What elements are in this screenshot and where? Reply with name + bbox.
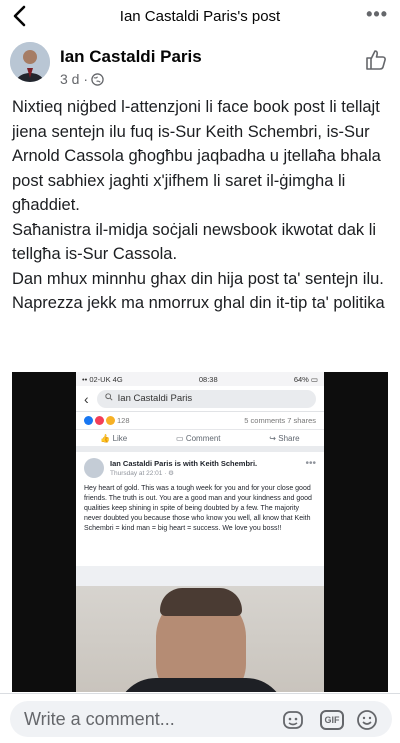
embedded-screenshot: •• 02-UK 4G 08:38 64% ▭ ‹ Ian Castaldi P… xyxy=(76,372,324,692)
post-paragraph: Dan mhux minnhu ghax din hija post ta' s… xyxy=(12,269,384,288)
inner-back-icon: ‹ xyxy=(84,390,89,407)
inner-actions-row: 👍 Like ▭ Comment ↪ Share xyxy=(76,430,324,452)
sticker-icon[interactable] xyxy=(282,709,304,731)
inner-post: Ian Castaldi Paris is with Keith Schembr… xyxy=(76,452,324,566)
inner-post-text: Hey heart of gold. This was a tough week… xyxy=(84,485,312,532)
inner-share-action: ↪ Share xyxy=(269,433,300,443)
post-meta: 3 d · xyxy=(60,71,104,87)
globe-icon xyxy=(91,72,104,86)
gif-button[interactable]: GIF xyxy=(320,710,344,730)
hair-shape xyxy=(160,588,242,616)
inner-like-label: Like xyxy=(112,433,128,443)
top-bar: Ian Castaldi Paris's post ••• xyxy=(0,0,400,34)
post-paragraph: Naprezza jekk ma nmorrux ghal din it-tip… xyxy=(12,294,385,312)
battery-label: 64% ▭ xyxy=(293,374,318,384)
inner-search-icon xyxy=(104,393,113,404)
reaction-count: 128 xyxy=(117,416,130,425)
inner-like-action: 👍 Like xyxy=(100,433,128,443)
inner-author-line: Ian Castaldi Paris is with Keith Schembr… xyxy=(110,459,258,468)
emoji-icon[interactable] xyxy=(356,709,378,731)
like-reaction-icon xyxy=(84,416,93,425)
post-paragraph: Saħanistra il-midja soċjali newsbook ikw… xyxy=(12,220,377,264)
comment-placeholder[interactable]: Write a comment... xyxy=(24,709,175,730)
author-name[interactable]: Ian Castaldi Paris xyxy=(60,47,202,67)
page-title: Ian Castaldi Paris's post xyxy=(119,8,281,25)
reaction-emojis: 128 xyxy=(84,416,130,425)
phone-status-bar: •• 02-UK 4G 08:38 64% ▭ xyxy=(76,372,324,386)
more-options-icon[interactable]: ••• xyxy=(366,4,388,25)
comment-input[interactable]: Write a comment... GIF xyxy=(10,701,392,737)
inner-nav-bar: ‹ Ian Castaldi Paris xyxy=(76,386,324,412)
carrier-label: •• 02-UK 4G xyxy=(82,374,123,384)
inner-more-icon: ••• xyxy=(305,458,316,469)
post-paragraph: Nixtieq niġbed l-attenzjoni li face book… xyxy=(12,98,381,214)
author-avatar[interactable] xyxy=(10,42,50,82)
post-header: Ian Castaldi Paris 3 d · xyxy=(0,38,400,92)
comment-share-counts: 5 comments 7 shares xyxy=(244,416,316,425)
inner-search-text: Ian Castaldi Paris xyxy=(117,393,193,404)
post-photo[interactable]: •• 02-UK 4G 08:38 64% ▭ ‹ Ian Castaldi P… xyxy=(12,372,388,692)
portrait-photo xyxy=(76,586,324,692)
clock-label: 08:38 xyxy=(198,374,218,384)
love-reaction-icon xyxy=(95,416,104,425)
suit-shape xyxy=(116,678,286,692)
inner-time: Thursday at 22:01 · ⚙ xyxy=(110,470,174,477)
comment-bar: Write a comment... GIF xyxy=(0,693,400,743)
inner-comment-label: Comment xyxy=(185,433,221,443)
inner-avatar xyxy=(84,458,104,478)
inner-search-box: Ian Castaldi Paris xyxy=(96,389,316,408)
inner-share-label: Share xyxy=(278,433,300,443)
inner-comment-action: ▭ Comment xyxy=(176,433,221,443)
post-body: Nixtieq niġbed l-attenzjoni li face book… xyxy=(12,95,392,316)
post-time[interactable]: 3 d · xyxy=(60,71,88,87)
wow-reaction-icon xyxy=(106,416,115,425)
thumbs-up-icon[interactable] xyxy=(364,48,388,72)
inner-reactions-row: 128 5 comments 7 shares xyxy=(76,412,324,430)
